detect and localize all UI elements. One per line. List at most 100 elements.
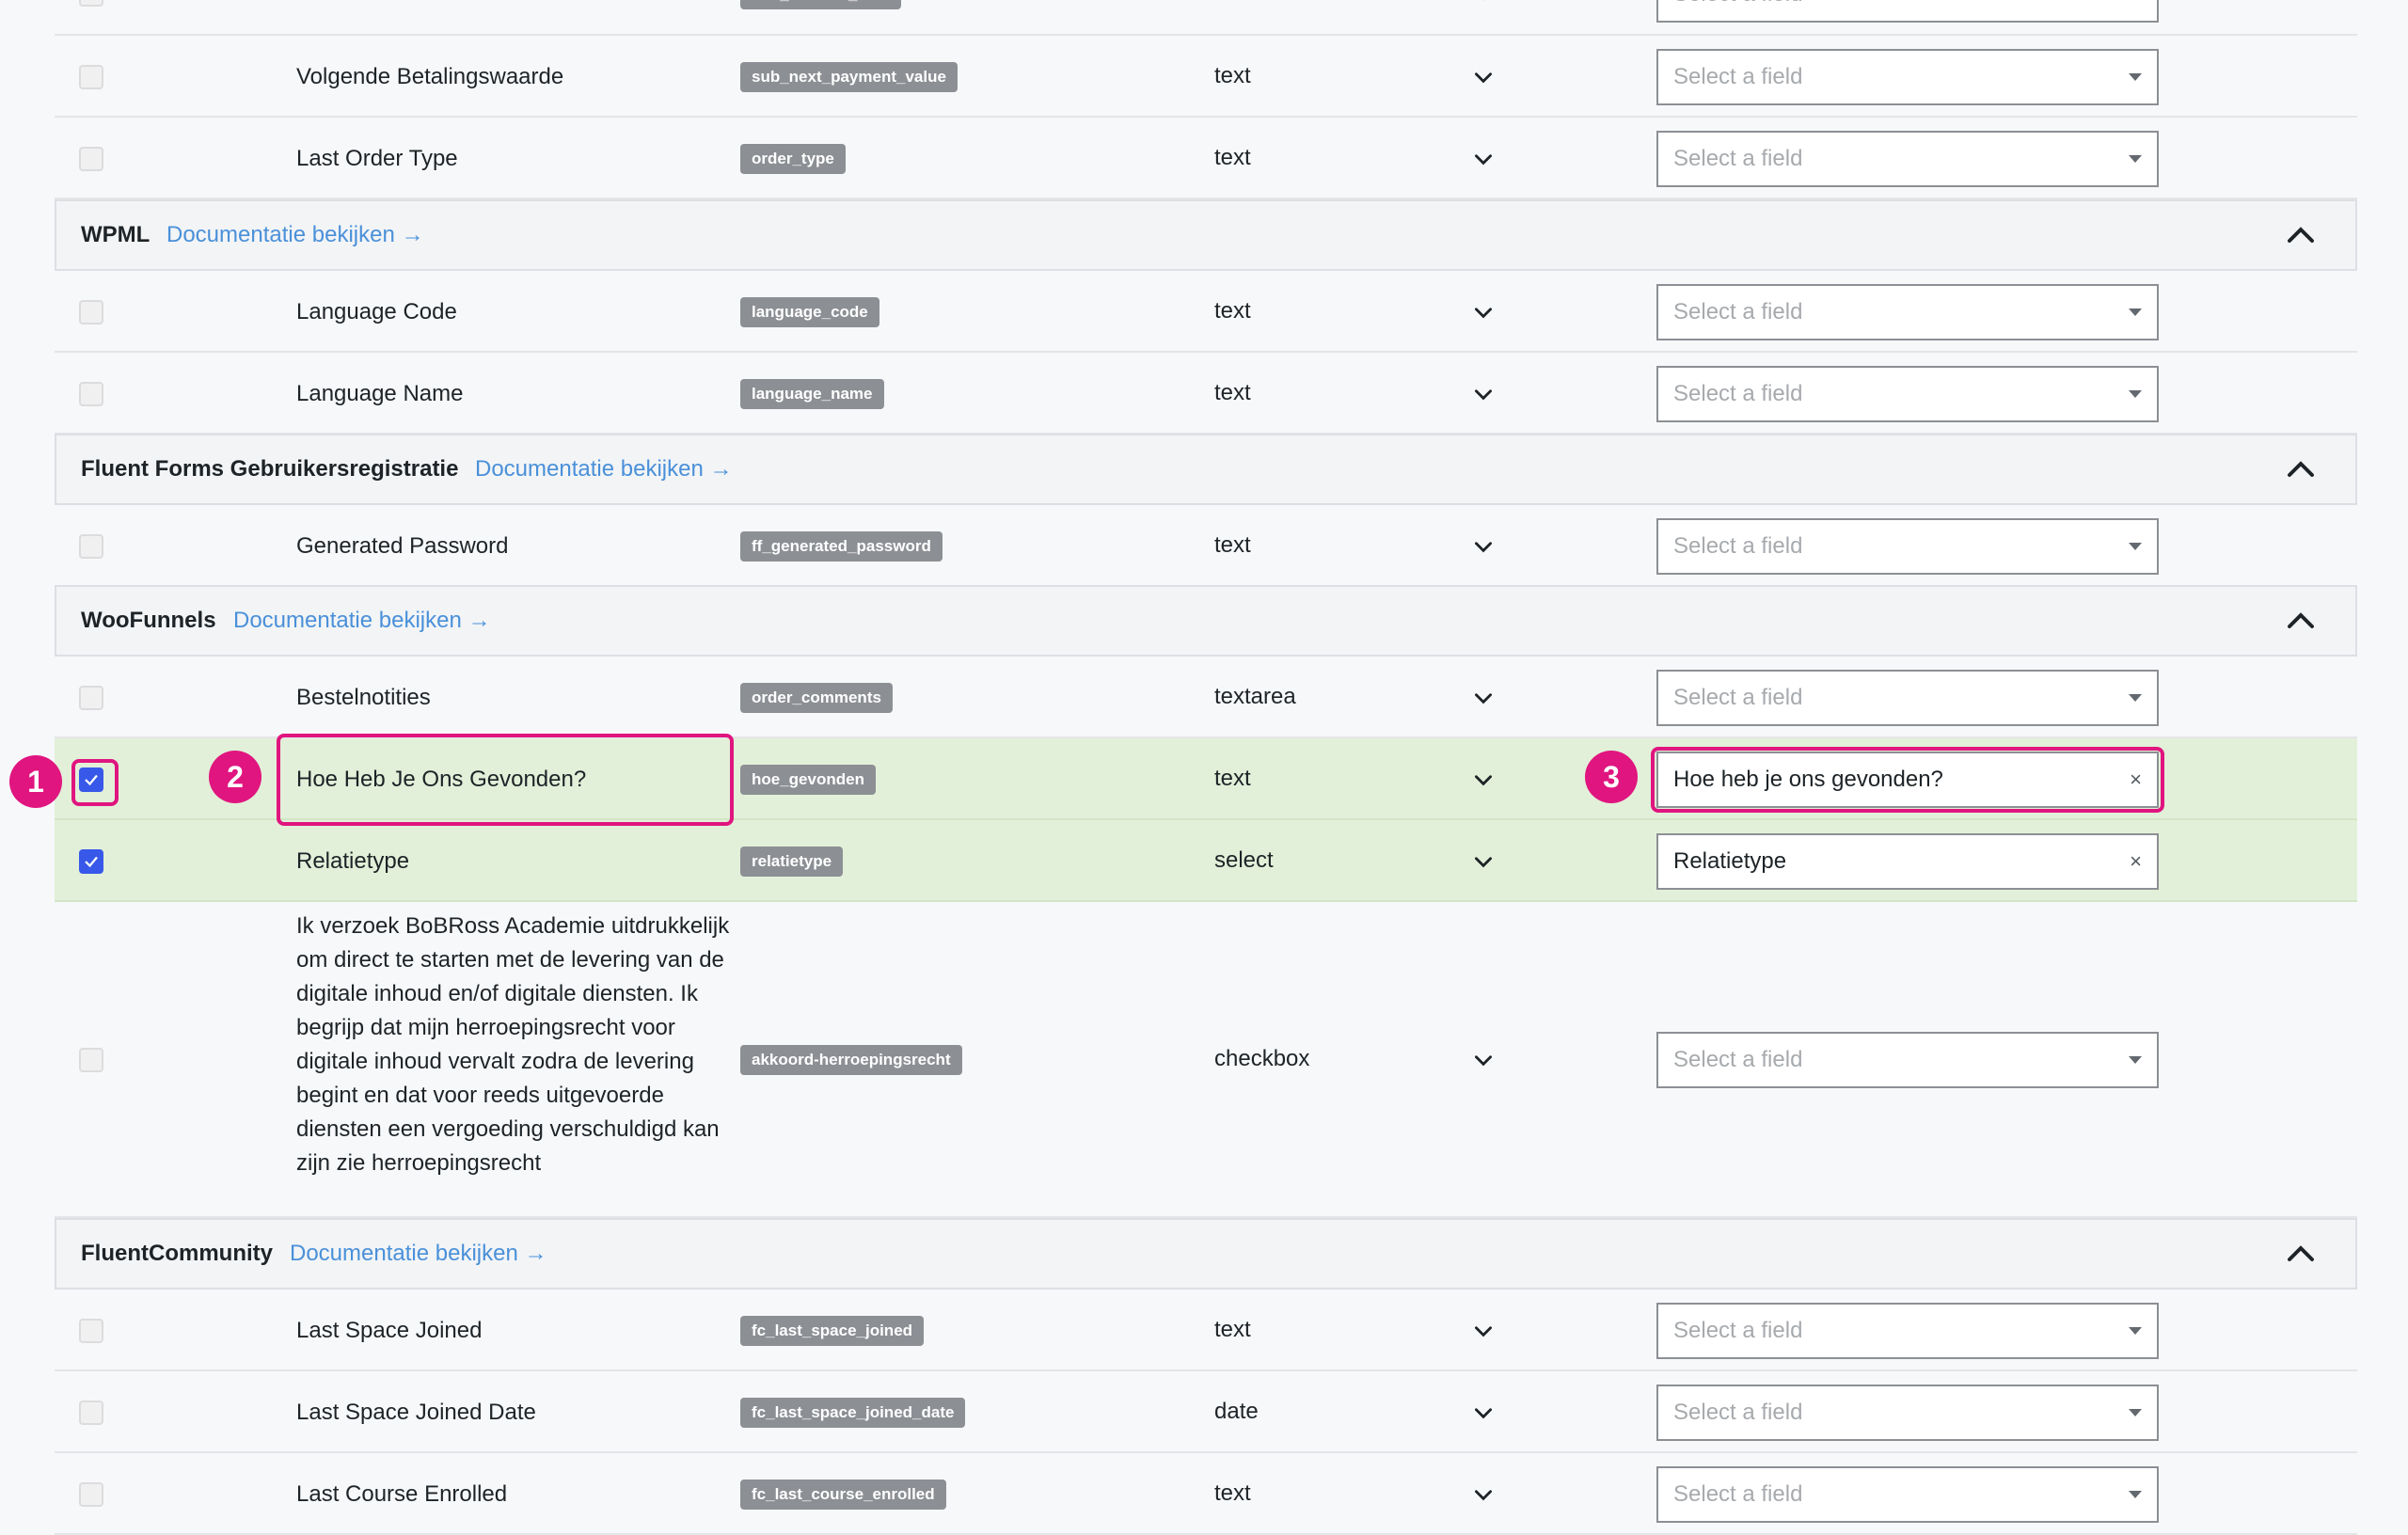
annotation-badge-3: 3 <box>1585 751 1638 803</box>
field-type: text <box>1214 144 1251 170</box>
table-row: Last Space Joined fc_last_space_joined tex… <box>55 1290 2357 1371</box>
field-type: date <box>1214 1398 1259 1424</box>
row-checkbox[interactable] <box>79 1400 103 1425</box>
field-type: text <box>1214 297 1251 324</box>
expand-row-chevron-icon[interactable] <box>1471 849 1496 874</box>
field-select[interactable]: Select a field <box>1656 517 2159 575</box>
field-select[interactable]: Relatietype × <box>1656 832 2159 890</box>
check-icon <box>85 856 98 867</box>
field-key-badge: sub_next_payment_value <box>740 61 958 92</box>
table-row: Volgende Betalingswaarde sub_next_payment… <box>55 36 2357 118</box>
field-key-badge: order_comments <box>740 682 893 713</box>
row-checkbox[interactable] <box>79 299 103 324</box>
field-type: text <box>1214 1316 1251 1342</box>
field-mapping-table: sub_renewal_datedateSelect a fieldVolgen… <box>0 0 2408 1535</box>
expand-row-chevron-icon[interactable] <box>1471 686 1496 710</box>
dropdown-caret-icon <box>2129 1490 2142 1498</box>
table-row: Language Code language_code text Select a f… <box>55 271 2357 353</box>
row-checkbox[interactable] <box>79 0 103 7</box>
dropdown-caret-icon <box>2129 1326 2142 1335</box>
dropdown-caret-icon <box>2129 72 2142 81</box>
field-label: Ik verzoek BoBRoss Academie uitdrukkelij… <box>296 913 730 1176</box>
row-checkbox[interactable] <box>79 381 103 406</box>
expand-row-chevron-icon[interactable] <box>1471 300 1496 324</box>
collapse-section-chevron-icon[interactable] <box>2284 218 2318 252</box>
expand-row-chevron-icon[interactable] <box>1471 1400 1496 1425</box>
field-type: checkbox <box>1214 1046 1310 1071</box>
field-select-value: Select a field <box>1673 1480 1803 1507</box>
field-select-value: Select a field <box>1673 298 1803 324</box>
dropdown-caret-icon <box>2129 1056 2142 1064</box>
field-select[interactable]: Select a field <box>1656 669 2159 726</box>
table-row: Generated Password ff_generated_password t… <box>55 505 2357 587</box>
field-key-badge: akkoord-herroepingsrecht <box>740 1045 962 1075</box>
dropdown-caret-icon <box>2129 308 2142 316</box>
field-key-badge: language_name <box>740 378 884 409</box>
expand-row-chevron-icon[interactable] <box>1471 768 1496 792</box>
field-key-badge: ff_generated_password <box>740 530 943 562</box>
annotation-badge-2: 2 <box>209 751 261 803</box>
row-checkbox[interactable] <box>79 533 103 559</box>
expand-row-chevron-icon[interactable] <box>1471 1319 1496 1343</box>
field-select[interactable]: Select a field <box>1656 1302 2159 1359</box>
documentation-link[interactable]: Documentatie bekijken → <box>290 1220 547 1288</box>
field-select[interactable]: Select a field <box>1656 48 2159 105</box>
field-select-value: Select a field <box>1673 1317 1803 1343</box>
row-checkbox[interactable] <box>79 1318 103 1343</box>
expand-row-chevron-icon[interactable] <box>1471 0 1496 7</box>
field-select[interactable]: Select a field <box>1656 0 2159 23</box>
field-key-badge: hoe_gevonden <box>740 764 876 795</box>
section-title: FluentCommunity <box>81 1241 273 1266</box>
field-type: text <box>1214 765 1251 791</box>
field-type: textarea <box>1214 683 1296 709</box>
table-row: Relatietype relatietype select Relatietype × <box>55 820 2357 902</box>
expand-row-chevron-icon[interactable] <box>1471 65 1496 89</box>
section-title: WooFunnels <box>81 608 216 633</box>
expand-row-chevron-icon[interactable] <box>1471 1048 1496 1072</box>
expand-row-chevron-icon[interactable] <box>1471 1482 1496 1507</box>
field-key-badge: language_code <box>740 296 879 327</box>
row-checkbox[interactable] <box>79 685 103 710</box>
field-select-value: Select a field <box>1673 684 1803 710</box>
field-type: select <box>1214 847 1274 873</box>
field-select[interactable]: Select a field <box>1656 130 2159 187</box>
field-label: Relatietype <box>296 847 410 874</box>
dropdown-caret-icon <box>2129 1408 2142 1416</box>
expand-row-chevron-icon[interactable] <box>1471 382 1496 406</box>
section-header: WPML Documentatie bekijken → <box>55 199 2357 271</box>
table-row: Bestelnotities order_comments textarea Sele… <box>55 657 2357 738</box>
field-select-value: Select a field <box>1673 380 1803 406</box>
documentation-link[interactable]: Documentatie bekijken → <box>233 587 490 655</box>
dropdown-caret-icon <box>2129 693 2142 702</box>
field-label: Last Order Type <box>296 145 458 171</box>
field-type: text <box>1214 379 1251 405</box>
expand-row-chevron-icon[interactable] <box>1471 147 1496 171</box>
collapse-section-chevron-icon[interactable] <box>2284 1237 2318 1271</box>
field-label: Last Course Enrolled <box>296 1480 508 1507</box>
collapse-section-chevron-icon[interactable] <box>2284 452 2318 486</box>
expand-row-chevron-icon[interactable] <box>1471 534 1496 559</box>
field-select-value: Relatietype <box>1673 847 1787 874</box>
documentation-link[interactable]: Documentatie bekijken → <box>166 201 423 269</box>
field-select[interactable]: Select a field <box>1656 283 2159 340</box>
field-select[interactable]: Select a field <box>1656 1032 2159 1088</box>
table-row: Last Order Type order_type text Select a fi… <box>55 118 2357 199</box>
field-key-badge: sub_renewal_date <box>740 0 902 9</box>
collapse-section-chevron-icon[interactable] <box>2284 604 2318 638</box>
row-checkbox[interactable] <box>79 848 103 874</box>
field-select[interactable]: Select a field <box>1656 365 2159 422</box>
section-title: Fluent Forms Gebruikersregistratie <box>81 456 459 482</box>
field-label: Bestelnotities <box>296 684 431 710</box>
clear-selection-icon[interactable]: × <box>2130 835 2142 888</box>
documentation-link[interactable]: Documentatie bekijken → <box>475 435 732 503</box>
row-checkbox[interactable] <box>79 146 103 171</box>
select-highlight <box>1651 747 2164 813</box>
row-checkbox[interactable] <box>79 1048 103 1072</box>
row-checkbox[interactable] <box>79 64 103 89</box>
row-checkbox[interactable] <box>79 1481 103 1507</box>
table-row: Last Space Joined Date fc_last_space_join… <box>55 1371 2357 1453</box>
field-select[interactable]: Select a field <box>1656 1465 2159 1523</box>
field-select[interactable]: Select a field <box>1656 1384 2159 1441</box>
dropdown-caret-icon <box>2129 389 2142 398</box>
field-key-badge: fc_last_space_joined_date <box>740 1397 966 1428</box>
